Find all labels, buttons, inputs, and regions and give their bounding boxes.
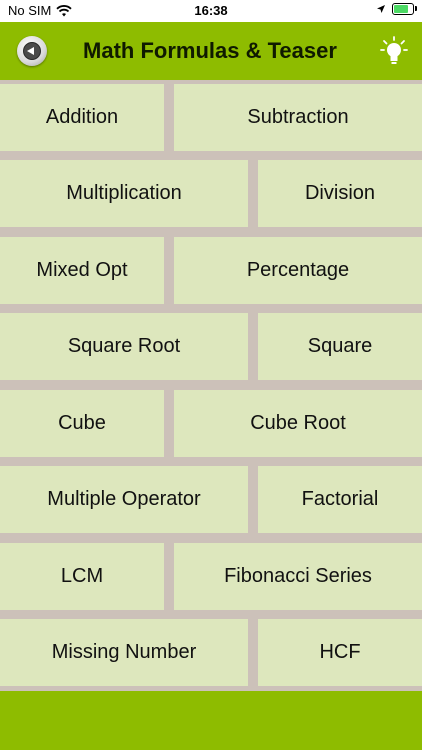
topic-grid: Addition Subtraction Multiplication Divi… — [0, 80, 422, 691]
topic-division[interactable]: Division — [258, 160, 422, 227]
topic-multiple-operator[interactable]: Multiple Operator — [0, 466, 248, 533]
topic-addition[interactable]: Addition — [0, 84, 164, 151]
status-bar: No SIM 16:38 — [0, 0, 422, 22]
topic-percentage[interactable]: Percentage — [174, 237, 422, 304]
topic-subtraction[interactable]: Subtraction — [174, 84, 422, 151]
topic-multiplication[interactable]: Multiplication — [0, 160, 248, 227]
topic-cube-root[interactable]: Cube Root — [174, 390, 422, 457]
battery-icon — [392, 3, 417, 15]
back-button[interactable] — [17, 36, 47, 66]
lightbulb-icon[interactable] — [380, 36, 408, 66]
topic-hcf[interactable]: HCF — [258, 619, 422, 686]
topic-square[interactable]: Square — [258, 313, 422, 380]
topic-square-root[interactable]: Square Root — [0, 313, 248, 380]
back-arrow-icon — [23, 42, 41, 60]
topic-mixed-opt[interactable]: Mixed Opt — [0, 237, 164, 304]
topic-lcm[interactable]: LCM — [0, 543, 164, 610]
app-header: Math Formulas & Teaser — [0, 22, 422, 80]
topic-factorial[interactable]: Factorial — [258, 466, 422, 533]
status-time: 16:38 — [194, 3, 228, 18]
page-title: Math Formulas & Teaser — [83, 38, 337, 63]
status-right — [376, 3, 417, 15]
footer-bar — [0, 691, 422, 750]
location-icon — [377, 5, 385, 13]
topic-missing-number[interactable]: Missing Number — [0, 619, 248, 686]
topic-fibonacci-series[interactable]: Fibonacci Series — [174, 543, 422, 610]
topic-cube[interactable]: Cube — [0, 390, 164, 457]
